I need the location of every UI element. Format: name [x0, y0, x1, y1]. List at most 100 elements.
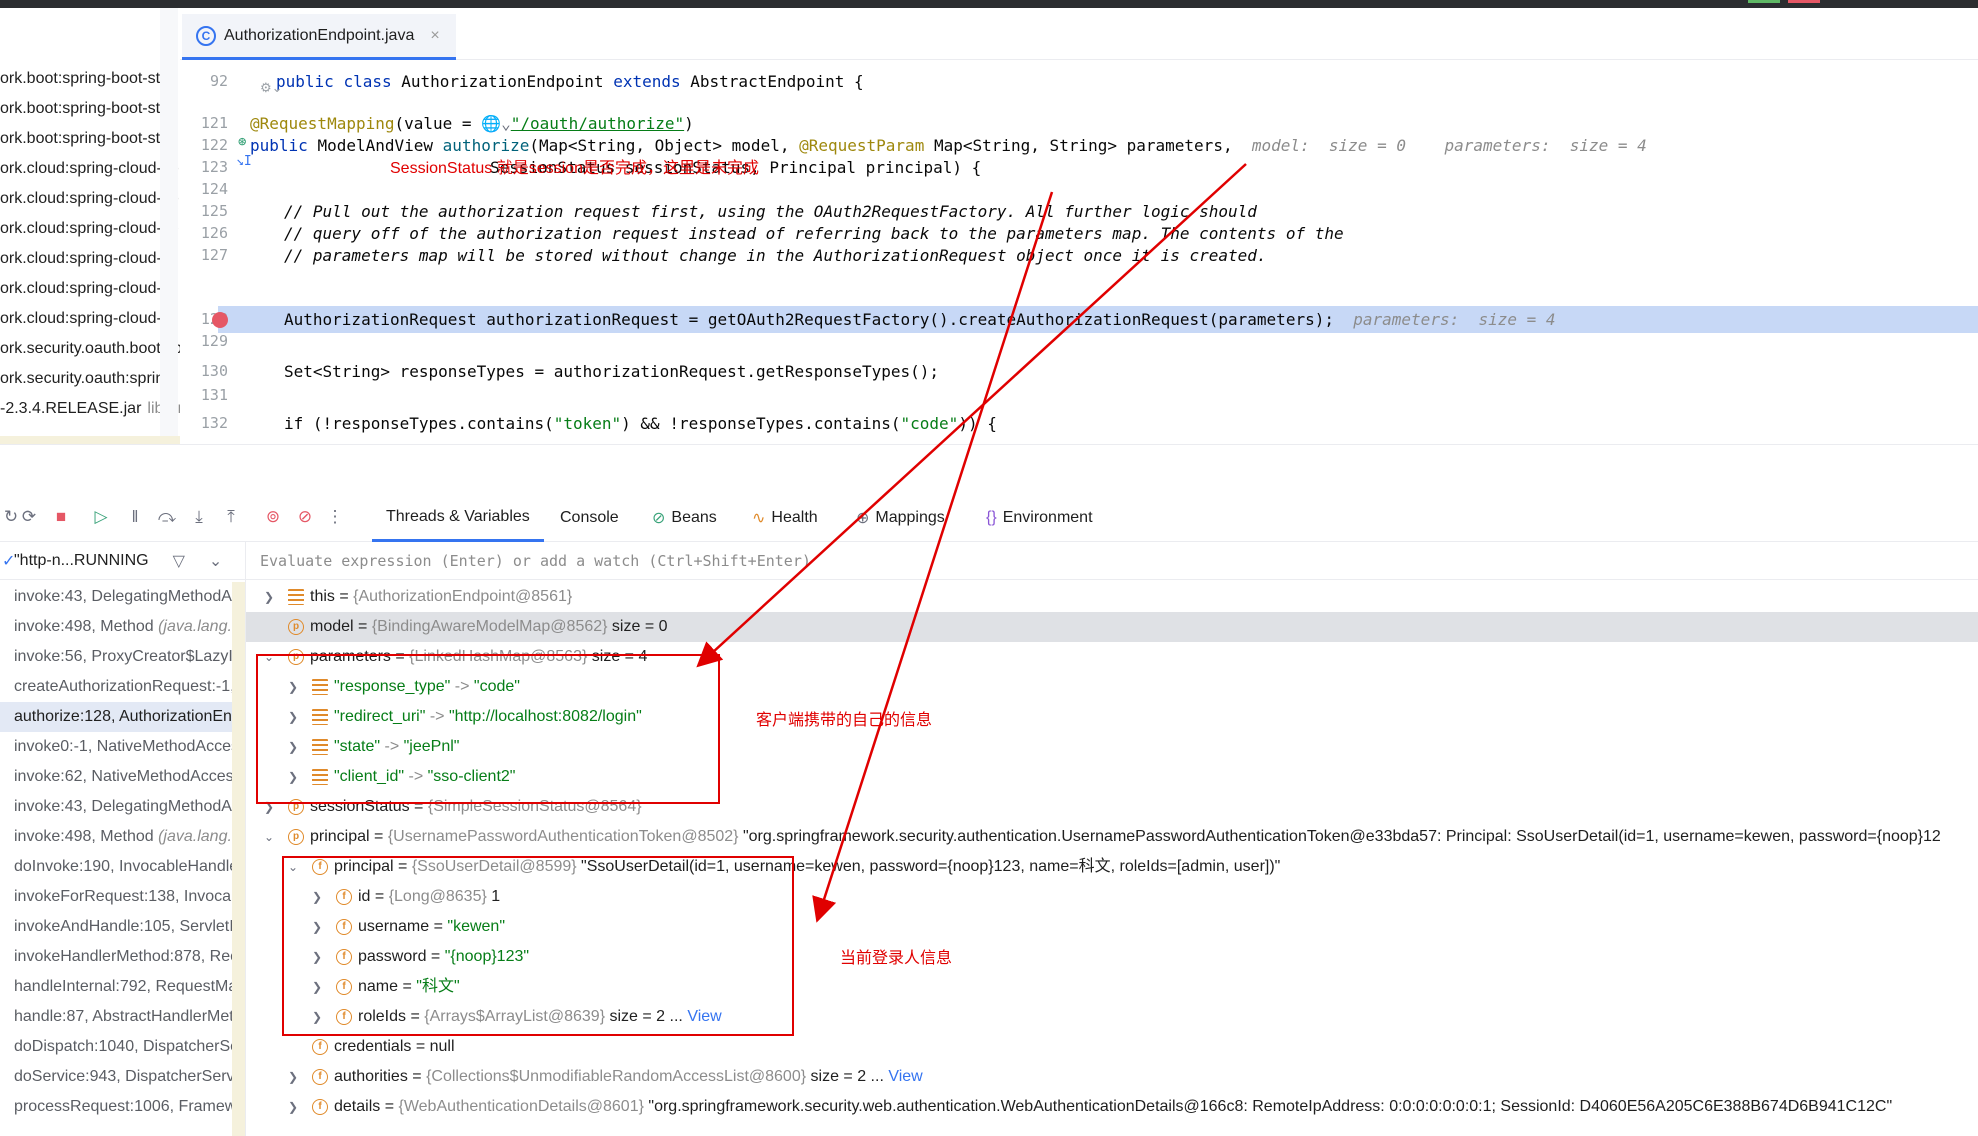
- stack-frame[interactable]: invoke:43, DelegatingMethodA: [0, 792, 245, 822]
- variable-row-principal[interactable]: ⌄ p principal = {UsernamePasswordAuthent…: [246, 822, 1978, 852]
- stack-frame-selected[interactable]: authorize:128, AuthorizationEnd: [0, 702, 245, 732]
- tab-console[interactable]: Console: [546, 494, 633, 542]
- chevron-right-icon[interactable]: ❯: [286, 1092, 300, 1122]
- dependency-item[interactable]: ork.security.oauth:spring-: [0, 364, 180, 394]
- tab-beans[interactable]: ⊘ Beans: [638, 494, 731, 542]
- more-options-icon[interactable]: ⋮: [324, 506, 346, 528]
- view-breakpoints-icon[interactable]: ⊚: [262, 506, 284, 528]
- chevron-down-icon[interactable]: ⌄: [262, 642, 276, 672]
- step-into-icon[interactable]: ↘I: [236, 154, 252, 169]
- dependency-item[interactable]: ork.boot:spring-boot-star: [0, 124, 180, 154]
- variable-row-parameters[interactable]: ⌄ p parameters = {LinkedHashMap@8563} si…: [246, 642, 1978, 672]
- variable-row-sessionstatus[interactable]: ❯ p sessionStatus = {SimpleSessionStatus…: [246, 792, 1978, 822]
- stack-frame[interactable]: invoke:43, DelegatingMethodA: [0, 582, 245, 612]
- variable-row-id[interactable]: ❯ f id = {Long@8635} 1: [246, 882, 1978, 912]
- frames-scrollbar[interactable]: [232, 582, 245, 1136]
- chevron-right-icon[interactable]: ❯: [286, 732, 300, 762]
- dependency-item[interactable]: ork.boot:spring-boot-star: [0, 94, 180, 124]
- variable-row-username[interactable]: ❯ f username = "kewen": [246, 912, 1978, 942]
- step-over-icon[interactable]: ⤼: [156, 506, 178, 528]
- code-line[interactable]: 131: [180, 382, 1978, 409]
- breakpoint-icon[interactable]: [212, 312, 228, 328]
- dependency-item[interactable]: -2.3.4.RELEASE.jarlibrary: [0, 394, 180, 424]
- chevron-right-icon[interactable]: ❯: [310, 1002, 324, 1032]
- stack-frame[interactable]: processRequest:1006, Framewo: [0, 1092, 245, 1122]
- dependency-item[interactable]: ork.cloud:spring-cloud-se: [0, 214, 180, 244]
- chevron-down-icon[interactable]: ⌄: [262, 822, 276, 852]
- stack-frame[interactable]: invokeForRequest:138, Invocab: [0, 882, 245, 912]
- stack-frame[interactable]: invoke:498, Method (java.lang.r: [0, 822, 245, 852]
- stack-frame[interactable]: invokeAndHandle:105, ServletIn: [0, 912, 245, 942]
- panel-divider[interactable]: [160, 8, 178, 444]
- variable-row-details[interactable]: ❯ f details = {WebAuthenticationDetails@…: [246, 1092, 1978, 1122]
- chevron-right-icon[interactable]: ❯: [286, 702, 300, 732]
- panel-scrollbar[interactable]: [0, 436, 180, 444]
- stack-frame[interactable]: handleInternal:792, RequestMa: [0, 972, 245, 1002]
- ai-assist-icon[interactable]: ⚙⌄: [260, 80, 283, 96]
- step-into-icon[interactable]: ⤓: [188, 506, 210, 528]
- stack-frame[interactable]: invoke:62, NativeMethodAcces: [0, 762, 245, 792]
- chevron-down-icon[interactable]: ⌄: [286, 852, 300, 882]
- tab-mappings[interactable]: ⊕ Mappings: [842, 494, 959, 542]
- resume-icon[interactable]: ▷: [90, 506, 112, 528]
- code-line[interactable]: 129: [180, 328, 1978, 355]
- tab-environment[interactable]: {} Environment: [972, 494, 1107, 542]
- stack-frame[interactable]: invoke0:-1, NativeMethodAcces: [0, 732, 245, 762]
- stack-frame[interactable]: doInvoke:190, InvocableHandle: [0, 852, 245, 882]
- variable-row-authorities[interactable]: ❯ f authorities = {Collections$Unmodifia…: [246, 1062, 1978, 1092]
- map-entry-row[interactable]: ❯ "response_type" -> "code": [246, 672, 1978, 702]
- chevron-right-icon[interactable]: ❯: [310, 942, 324, 972]
- panel-splitter[interactable]: [0, 444, 1978, 494]
- code-line[interactable]: 132 if (!responseTypes.contains("token")…: [180, 410, 1978, 437]
- view-link[interactable]: View: [687, 1008, 721, 1025]
- chevron-right-icon[interactable]: ❯: [262, 582, 276, 612]
- chevron-down-icon[interactable]: ⌄: [209, 551, 222, 571]
- variable-row-this[interactable]: ❯ this = {AuthorizationEndpoint@8561}: [246, 582, 1978, 612]
- code-line[interactable]: 130 Set<String> responseTypes = authoriz…: [180, 358, 1978, 385]
- variable-row-inner-principal[interactable]: ⌄ f principal = {SsoUserDetail@8599} "Ss…: [246, 852, 1978, 882]
- close-icon[interactable]: ×: [430, 27, 439, 45]
- stack-frame[interactable]: doDispatch:1040, DispatcherSe: [0, 1032, 245, 1062]
- endpoint-gutter-icon[interactable]: ⊛: [238, 134, 246, 150]
- dependency-item[interactable]: ork.cloud:spring-cloud-st: [0, 274, 180, 304]
- chevron-right-icon[interactable]: ❯: [262, 792, 276, 822]
- variable-row-roleids[interactable]: ❯ f roleIds = {Arrays$ArrayList@8639} si…: [246, 1002, 1978, 1032]
- tab-health[interactable]: ∿ Health: [738, 494, 832, 542]
- dependency-item[interactable]: ork.security.oauth.boot:sp: [0, 334, 180, 364]
- map-entry-row[interactable]: ❯ "redirect_uri" -> "http://localhost:80…: [246, 702, 1978, 732]
- stack-frame[interactable]: doService:943, DispatcherServl: [0, 1062, 245, 1092]
- map-entry-row[interactable]: ❯ "client_id" -> "sso-client2": [246, 762, 1978, 792]
- stack-frame[interactable]: invokeHandlerMethod:878, Rec: [0, 942, 245, 972]
- tab-threads-variables[interactable]: Threads & Variables: [372, 494, 544, 542]
- dependency-item[interactable]: ork.cloud:spring-cloud-co: [0, 154, 180, 184]
- chevron-right-icon[interactable]: ❯: [286, 762, 300, 792]
- variable-row-password[interactable]: ❯ f password = "{noop}123": [246, 942, 1978, 972]
- variable-row-model[interactable]: p model = {BindingAwareModelMap@8562} si…: [246, 612, 1978, 642]
- evaluate-expression-input[interactable]: [246, 542, 1978, 580]
- dependency-item[interactable]: ork.cloud:spring-cloud-st: [0, 244, 180, 274]
- map-entry-row[interactable]: ❯ "state" -> "jeePnl": [246, 732, 1978, 762]
- variable-row-credentials[interactable]: f credentials = null: [246, 1032, 1978, 1062]
- stack-frame[interactable]: createAuthorizationRequest:-1,: [0, 672, 245, 702]
- dependency-item[interactable]: ork.cloud:spring-cloud-st: [0, 304, 180, 334]
- dependency-item[interactable]: ork.cloud:spring-cloud-co: [0, 184, 180, 214]
- pause-icon[interactable]: ‖: [124, 506, 146, 528]
- chevron-right-icon[interactable]: ❯: [286, 1062, 300, 1092]
- thread-selector[interactable]: ✓ "http-n...RUNNING ▽ ⌄: [0, 542, 245, 580]
- filter-icon[interactable]: ▽: [173, 551, 185, 571]
- stack-frame[interactable]: invoke:498, Method (java.lang.r: [0, 612, 245, 642]
- rerun-failed-icon[interactable]: ⟳: [18, 506, 40, 528]
- dependency-item[interactable]: ork.boot:spring-boot-star: [0, 64, 180, 94]
- variable-row-name[interactable]: ❯ f name = "科文": [246, 972, 1978, 1002]
- stop-icon[interactable]: ■: [50, 506, 72, 528]
- chevron-right-icon[interactable]: ❯: [310, 912, 324, 942]
- step-out-icon[interactable]: ⤒: [220, 506, 242, 528]
- chevron-right-icon[interactable]: ❯: [310, 972, 324, 1002]
- editor-tab[interactable]: C AuthorizationEndpoint.java ×: [182, 14, 456, 60]
- code-line[interactable]: 127 // parameters map will be stored wit…: [180, 242, 1978, 269]
- view-link[interactable]: View: [888, 1068, 922, 1085]
- chevron-right-icon[interactable]: ❯: [310, 882, 324, 912]
- stack-frame[interactable]: handle:87, AbstractHandlerMet: [0, 1002, 245, 1032]
- mute-breakpoints-icon[interactable]: ⊘: [294, 506, 316, 528]
- code-line[interactable]: 92 public class AuthorizationEndpoint ex…: [180, 68, 1978, 95]
